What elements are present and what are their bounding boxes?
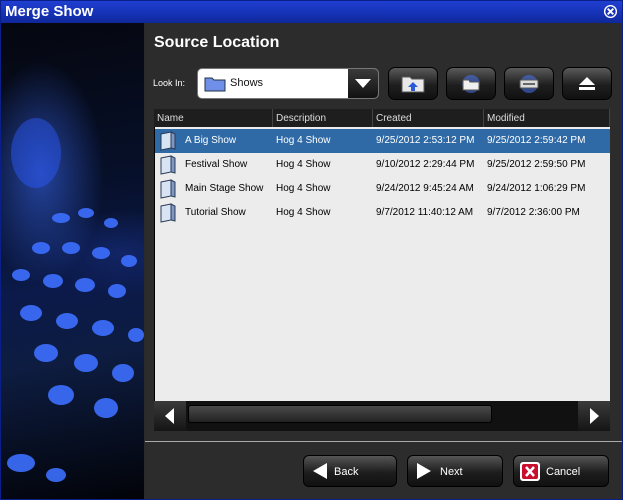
show-file-icon <box>160 203 176 223</box>
column-header-created[interactable]: Created <box>373 109 484 127</box>
back-label: Back <box>334 466 359 478</box>
file-rows: A Big Show Hog 4 Show 9/25/2012 2:53:12 … <box>155 127 610 401</box>
decorative-console-image <box>1 23 144 499</box>
show-file-icon <box>160 155 176 175</box>
chevron-right-icon <box>590 408 599 424</box>
table-row[interactable]: Tutorial Show Hog 4 Show 9/7/2012 11:40:… <box>155 201 610 225</box>
look-in-value: Shows <box>230 77 264 89</box>
table-row[interactable]: Festival Show Hog 4 Show 9/10/2012 2:29:… <box>155 153 610 177</box>
row-name: Main Stage Show <box>185 183 264 194</box>
cancel-label: Cancel <box>546 466 581 478</box>
merge-show-window: Merge Show Source Location Look In: Show… <box>0 0 623 500</box>
cancel-x-icon <box>520 462 540 481</box>
horizontal-scrollbar[interactable] <box>154 401 610 431</box>
dropdown-arrow-button[interactable] <box>348 69 378 98</box>
arrow-left-icon <box>313 463 327 479</box>
row-modified: 9/25/2012 2:59:50 PM <box>487 159 586 170</box>
look-in-label: Look In: <box>153 78 186 88</box>
eject-button[interactable] <box>562 67 612 100</box>
network-drive-button[interactable] <box>504 67 554 100</box>
source-location-panel: Source Location Look In: Shows Name Desc… <box>145 23 622 499</box>
look-in-dropdown[interactable]: Shows <box>197 68 379 99</box>
show-file-icon <box>160 131 176 151</box>
back-button[interactable]: Back <box>303 455 397 487</box>
up-folder-icon <box>401 76 425 93</box>
row-modified: 9/7/2012 2:36:00 PM <box>487 207 580 218</box>
row-description: Hog 4 Show <box>276 207 331 218</box>
arrow-right-icon <box>417 463 431 479</box>
chevron-down-icon <box>355 79 371 88</box>
row-modified: 9/24/2012 1:06:29 PM <box>487 183 586 194</box>
chevron-left-icon <box>165 408 174 424</box>
folder-icon <box>204 77 226 92</box>
scroll-left-button[interactable] <box>154 401 186 431</box>
row-description: Hog 4 Show <box>276 183 331 194</box>
new-folder-button[interactable] <box>446 67 496 100</box>
scroll-right-button[interactable] <box>578 401 610 431</box>
column-header-row: Name Description Created Modified <box>154 109 610 127</box>
table-row[interactable]: Main Stage Show Hog 4 Show 9/24/2012 9:4… <box>155 177 610 201</box>
row-name: Tutorial Show <box>185 207 246 218</box>
title-bar: Merge Show <box>1 1 622 23</box>
column-header-description[interactable]: Description <box>273 109 373 127</box>
scrollbar-thumb[interactable] <box>188 405 492 423</box>
divider <box>145 441 622 442</box>
close-icon[interactable] <box>603 4 618 19</box>
up-folder-button[interactable] <box>388 67 438 100</box>
row-name: Festival Show <box>185 159 248 170</box>
new-folder-icon <box>462 75 480 93</box>
network-drive-icon <box>519 75 539 93</box>
cancel-button[interactable]: Cancel <box>513 455 609 487</box>
next-button[interactable]: Next <box>407 455 503 487</box>
window-title: Merge Show <box>5 3 94 20</box>
eject-icon <box>579 77 595 90</box>
row-name: A Big Show <box>185 135 237 146</box>
file-list: Name Description Created Modified A Big … <box>154 109 610 431</box>
show-file-icon <box>160 179 176 199</box>
row-created: 9/25/2012 2:53:12 PM <box>376 135 475 146</box>
table-row[interactable]: A Big Show Hog 4 Show 9/25/2012 2:53:12 … <box>155 129 610 153</box>
row-created: 9/7/2012 11:40:12 AM <box>376 207 474 218</box>
row-created: 9/10/2012 2:29:44 PM <box>376 159 475 170</box>
next-label: Next <box>440 466 463 478</box>
row-description: Hog 4 Show <box>276 135 331 146</box>
column-header-name[interactable]: Name <box>154 109 273 127</box>
column-header-modified[interactable]: Modified <box>484 109 610 127</box>
row-created: 9/24/2012 9:45:24 AM <box>376 183 474 194</box>
row-description: Hog 4 Show <box>276 159 331 170</box>
row-modified: 9/25/2012 2:59:42 PM <box>487 135 586 146</box>
panel-heading: Source Location <box>154 34 280 51</box>
